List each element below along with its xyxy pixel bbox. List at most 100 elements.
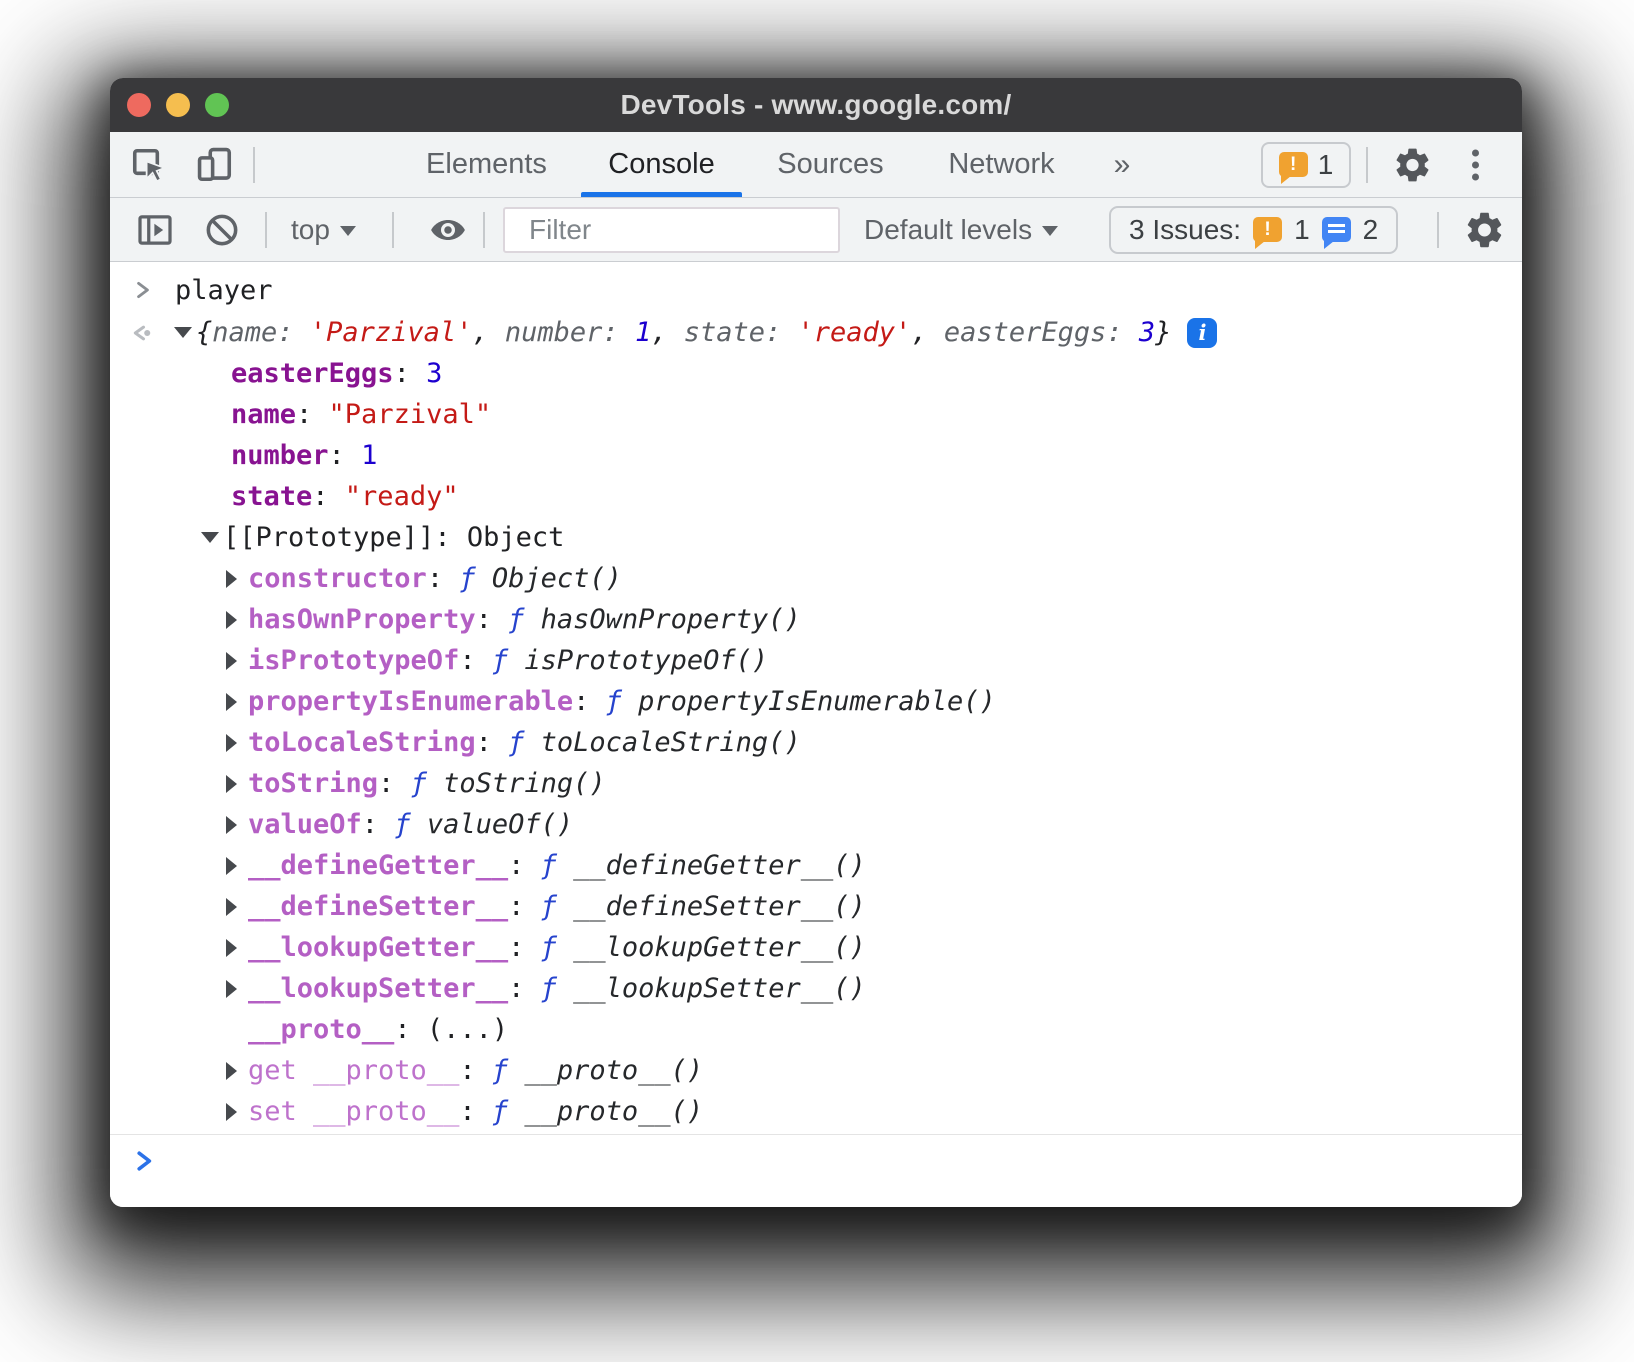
log-levels-label: Default levels bbox=[864, 214, 1032, 246]
panel-tabs: Elements Console Sources Network » bbox=[395, 132, 1157, 197]
device-toolbar-icon[interactable] bbox=[196, 146, 234, 184]
expander-icon[interactable] bbox=[226, 857, 248, 875]
expander-icon[interactable] bbox=[226, 652, 248, 670]
context-selector[interactable]: top bbox=[291, 214, 356, 246]
clear-console-icon[interactable] bbox=[203, 211, 241, 249]
expander-icon[interactable] bbox=[226, 693, 248, 711]
tab-console[interactable]: Console bbox=[578, 132, 745, 197]
info-icon[interactable] bbox=[1187, 318, 1217, 348]
expander-icon[interactable] bbox=[226, 816, 248, 834]
minimize-button[interactable] bbox=[166, 93, 190, 117]
console-text-segment: 'ready' bbox=[798, 317, 912, 348]
panel-tab-bar: Elements Console Sources Network » bbox=[110, 132, 1522, 198]
console-sidebar-toggle-icon[interactable] bbox=[135, 210, 175, 250]
tab-elements[interactable]: Elements bbox=[395, 132, 578, 197]
console-text-segment: state bbox=[231, 481, 312, 512]
console-tree-row: __lookupSetter__: ƒ __lookupSetter__() bbox=[110, 968, 1522, 1009]
console-text-segment: : bbox=[329, 440, 362, 471]
console-text-segment: , bbox=[472, 317, 505, 348]
console-tree-row: __proto__: (...) bbox=[110, 1009, 1522, 1050]
expander-icon[interactable] bbox=[226, 775, 248, 793]
console-text-segment: constructor bbox=[248, 563, 427, 594]
separator bbox=[1366, 147, 1368, 183]
console-text-segment: , bbox=[911, 317, 944, 348]
console-text-segment: state: bbox=[684, 317, 798, 348]
console-text-segment: 3 bbox=[426, 358, 442, 389]
console-text-segment: easterEggs bbox=[231, 358, 394, 389]
screenshot-stage: DevTools - www.google.com/ Elements bbox=[0, 0, 1634, 1362]
chevron-down-icon bbox=[1042, 226, 1058, 236]
console-text-segment: ƒ bbox=[508, 727, 541, 758]
tab-label: Sources bbox=[777, 148, 883, 181]
prompt-chevron-icon bbox=[132, 1149, 156, 1173]
console-text-segment: isPrototypeOf() bbox=[524, 645, 768, 676]
console-text-segment: , bbox=[651, 317, 684, 348]
issues-label: 3 Issues: bbox=[1129, 214, 1241, 246]
expander-icon[interactable] bbox=[226, 980, 248, 998]
console-text-segment: : bbox=[434, 522, 467, 553]
console-text-segment: : bbox=[459, 645, 492, 676]
expander-icon[interactable] bbox=[226, 898, 248, 916]
console-text-segment: : bbox=[508, 932, 541, 963]
console-tree-row: get __proto__: ƒ __proto__() bbox=[110, 1050, 1522, 1091]
kebab-menu-icon[interactable] bbox=[1472, 149, 1479, 180]
console-result-row: {name: 'Parzival', number: 1, state: 're… bbox=[110, 312, 1522, 353]
devtools-window: DevTools - www.google.com/ Elements bbox=[110, 78, 1522, 1207]
expander-icon[interactable] bbox=[226, 939, 248, 957]
log-levels-selector[interactable]: Default levels bbox=[864, 214, 1058, 246]
command-text: player bbox=[175, 275, 273, 306]
issue-error-count: 1 bbox=[1294, 214, 1310, 246]
issue-message-count: 2 bbox=[1363, 214, 1379, 246]
console-text-segment: isPrototypeOf bbox=[248, 645, 459, 676]
tab-label: Console bbox=[608, 148, 714, 181]
console-text-segment: __defineSetter__ bbox=[248, 891, 508, 922]
console-text-segment: 1 bbox=[635, 317, 651, 348]
more-tabs-button[interactable]: » bbox=[1087, 132, 1157, 197]
console-text-segment: ƒ bbox=[492, 1096, 525, 1127]
console-text-segment: __defineGetter__() bbox=[573, 850, 866, 881]
console-settings-gear-icon[interactable] bbox=[1463, 208, 1506, 251]
console-text-segment: [[Prototype]] bbox=[223, 522, 434, 553]
console-text-segment: ƒ bbox=[492, 1055, 525, 1086]
issue-error-bubble-icon bbox=[1253, 217, 1282, 242]
filter-input[interactable] bbox=[503, 207, 840, 253]
expander-icon[interactable] bbox=[226, 570, 248, 588]
console-text-segment: ƒ bbox=[541, 850, 574, 881]
expander-icon[interactable] bbox=[226, 611, 248, 629]
tab-network[interactable]: Network bbox=[916, 132, 1087, 197]
console-text-segment: __lookupGetter__() bbox=[573, 932, 866, 963]
console-text-segment: ƒ bbox=[541, 932, 574, 963]
console-log: player {name: 'Parzival', number: 1, sta… bbox=[110, 262, 1522, 1207]
zoom-button[interactable] bbox=[205, 93, 229, 117]
settings-gear-icon[interactable] bbox=[1392, 144, 1433, 185]
console-errors-button[interactable]: 1 bbox=[1261, 142, 1351, 188]
console-text-segment: ƒ bbox=[606, 686, 639, 717]
console-text-segment: : bbox=[312, 481, 345, 512]
live-expression-eye-icon[interactable] bbox=[428, 210, 468, 250]
expander-icon[interactable] bbox=[201, 532, 223, 543]
traffic-lights bbox=[127, 78, 229, 132]
object-preview[interactable]: {name: 'Parzival', number: 1, state: 're… bbox=[196, 317, 1171, 348]
error-count: 1 bbox=[1318, 149, 1334, 181]
console-prompt[interactable] bbox=[110, 1135, 1522, 1187]
console-text-segment: __proto__() bbox=[524, 1055, 703, 1086]
close-button[interactable] bbox=[127, 93, 151, 117]
console-text-segment: : bbox=[378, 768, 411, 799]
tab-sources[interactable]: Sources bbox=[745, 132, 916, 197]
expander-icon[interactable] bbox=[226, 1062, 248, 1080]
console-text-segment: : bbox=[394, 1014, 427, 1045]
console-tree-row: __defineSetter__: ƒ __defineSetter__() bbox=[110, 886, 1522, 927]
command-chevron-icon bbox=[132, 279, 154, 301]
console-text-segment: ƒ bbox=[541, 891, 574, 922]
console-text-segment: __lookupSetter__() bbox=[573, 973, 866, 1004]
issues-counter-button[interactable]: 3 Issues: 1 2 bbox=[1109, 206, 1398, 254]
console-text-segment: ƒ bbox=[459, 563, 492, 594]
expander-icon[interactable] bbox=[226, 1103, 248, 1121]
expander-icon[interactable] bbox=[226, 734, 248, 752]
console-text-segment: : bbox=[476, 727, 509, 758]
console-text-segment: easterEggs: bbox=[944, 317, 1139, 348]
console-text-segment: ƒ bbox=[394, 809, 427, 840]
inspect-element-icon[interactable] bbox=[130, 146, 168, 184]
expander-icon[interactable] bbox=[174, 327, 196, 338]
console-text-segment: 3 bbox=[1139, 317, 1155, 348]
